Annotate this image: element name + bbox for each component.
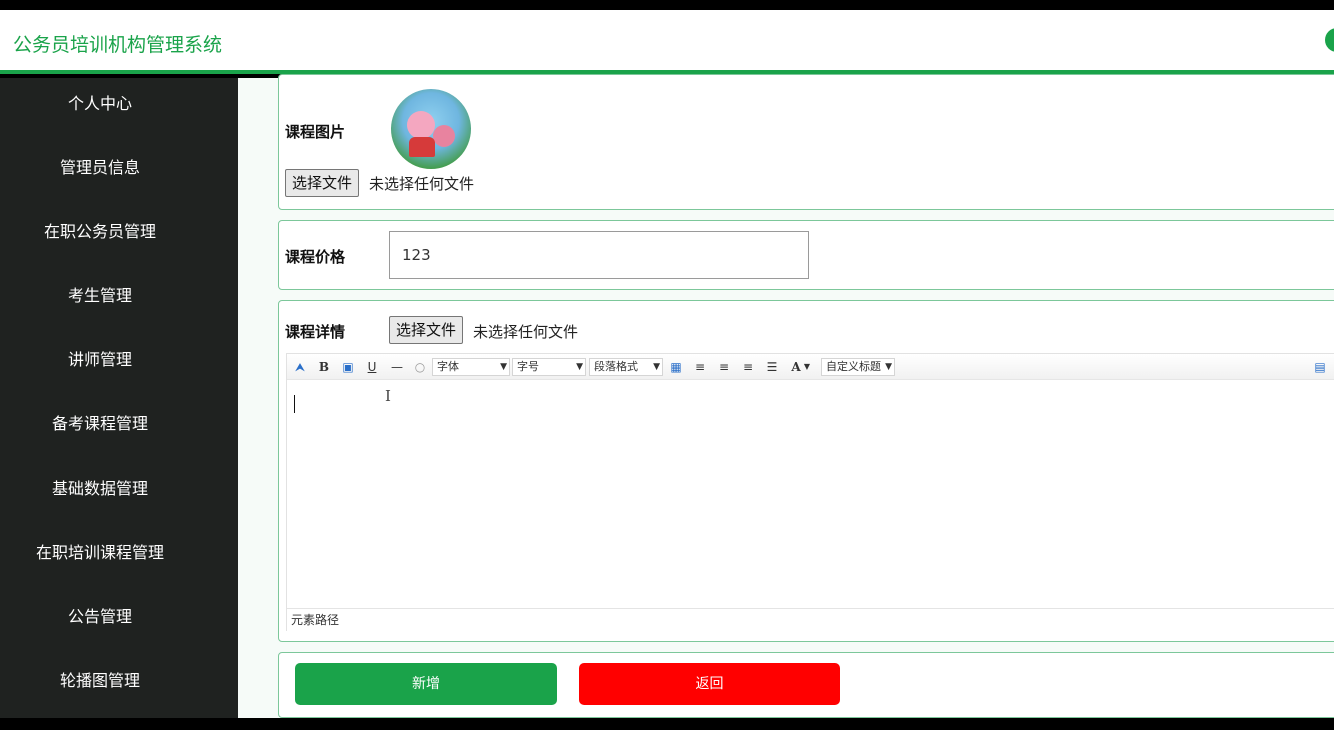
image-file-status: 未选择任何文件	[369, 175, 475, 193]
chevron-down-icon[interactable]: ▼	[803, 358, 811, 376]
main-content: 课程图片 选择文件 未选择任何文件 课程价格 123 课程详情 选择文件 未选择…	[238, 74, 1334, 718]
user-avatar[interactable]	[1325, 28, 1334, 52]
align-justify-icon[interactable]: ☰	[765, 358, 779, 376]
mouse-ibeam-cursor-icon: I	[385, 387, 391, 405]
sidebar-item-admin-info[interactable]: 管理员信息	[0, 156, 200, 180]
align-right-icon[interactable]: ≡	[717, 358, 731, 376]
sidebar-item-examinees[interactable]: 考生管理	[0, 284, 200, 308]
video-frame-top	[0, 0, 1334, 10]
font-size-select-label: 字号	[517, 360, 539, 373]
sidebar-item-announcements[interactable]: 公告管理	[0, 605, 200, 629]
rich-text-editor: ⮝ B ▣ U — ○ 字体 ▼ 字号 ▼ 段落格式 ▼ ▦ ≡ ≡ ≡ ☰ A ▼ …	[286, 353, 1334, 632]
table-icon[interactable]: ▦	[669, 358, 683, 376]
source-code-icon[interactable]: ⮝	[293, 358, 307, 376]
chevron-down-icon: ▼	[885, 362, 892, 372]
sidebar-item-exam-courses[interactable]: 备考课程管理	[0, 412, 200, 436]
course-price-panel: 课程价格 123	[278, 220, 1334, 290]
font-color-button[interactable]: A	[789, 358, 803, 376]
text-caret	[294, 395, 295, 413]
align-left-icon[interactable]: ≡	[693, 358, 707, 376]
paragraph-format-select[interactable]: 段落格式 ▼	[589, 358, 663, 376]
custom-title-select[interactable]: 自定义标题 ▼	[821, 358, 895, 376]
action-panel: 新增 返回	[278, 652, 1334, 718]
course-image-thumbnail	[391, 89, 471, 169]
paragraph-format-select-label: 段落格式	[594, 360, 638, 373]
editor-toolbar: ⮝ B ▣ U — ○ 字体 ▼ 字号 ▼ 段落格式 ▼ ▦ ≡ ≡ ≡ ☰ A ▼ …	[287, 354, 1334, 380]
chevron-down-icon: ▼	[500, 362, 507, 372]
sidebar: 个人中心 管理员信息 在职公务员管理 考生管理 讲师管理 备考课程管理 基础数据…	[0, 78, 238, 718]
sidebar-item-lecturers[interactable]: 讲师管理	[0, 348, 200, 372]
editor-content-area[interactable]: I	[287, 381, 1334, 607]
editor-element-path: 元素路径	[287, 608, 1334, 632]
underline-button[interactable]: U	[365, 358, 379, 376]
app-header: 公务员培训机构管理系统	[0, 10, 1334, 74]
font-family-select[interactable]: 字体 ▼	[432, 358, 510, 376]
course-image-panel: 课程图片 选择文件 未选择任何文件	[278, 74, 1334, 210]
course-image-label: 课程图片	[285, 123, 346, 141]
erase-format-icon[interactable]: ○	[413, 358, 427, 376]
align-center-icon[interactable]: ≡	[741, 358, 755, 376]
horizontal-rule-icon[interactable]: —	[389, 358, 405, 376]
course-price-label: 课程价格	[285, 248, 346, 266]
add-button[interactable]: 新增	[295, 663, 557, 705]
sidebar-item-base-data[interactable]: 基础数据管理	[0, 477, 200, 501]
back-button[interactable]: 返回	[579, 663, 840, 705]
sidebar-item-training-courses[interactable]: 在职培训课程管理	[0, 541, 200, 565]
course-price-input[interactable]: 123	[389, 231, 809, 279]
course-detail-panel: 课程详情 选择文件 未选择任何文件 ⮝ B ▣ U — ○ 字体 ▼ 字号 ▼ 段落…	[278, 300, 1334, 642]
chevron-down-icon: ▼	[576, 362, 583, 372]
sidebar-item-civil-servants[interactable]: 在职公务员管理	[0, 220, 200, 244]
font-size-select[interactable]: 字号 ▼	[512, 358, 586, 376]
app-title: 公务员培训机构管理系统	[13, 34, 223, 56]
video-frame-bottom	[0, 718, 1334, 730]
course-detail-label: 课程详情	[285, 323, 346, 341]
bold-button[interactable]: B	[317, 358, 331, 376]
image-choose-file-button[interactable]: 选择文件	[285, 169, 360, 197]
custom-title-select-label: 自定义标题	[826, 360, 881, 373]
font-family-select-label: 字体	[437, 360, 459, 373]
detail-file-status: 未选择任何文件	[473, 323, 579, 341]
chevron-down-icon: ▼	[653, 362, 660, 372]
paste-icon[interactable]: ▣	[341, 358, 355, 376]
detail-choose-file-button[interactable]: 选择文件	[389, 316, 464, 344]
sidebar-item-personal-center[interactable]: 个人中心	[0, 92, 200, 116]
sidebar-item-carousel[interactable]: 轮播图管理	[0, 669, 200, 693]
fullscreen-icon[interactable]: ▤	[1313, 358, 1327, 376]
